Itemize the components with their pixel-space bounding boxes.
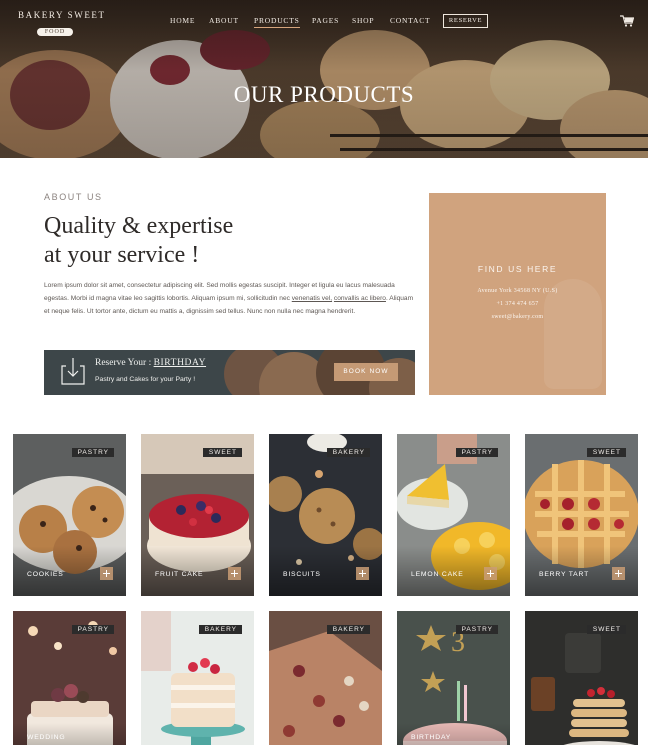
banner-subtitle: Pastry and Cakes for your Party ! xyxy=(95,376,196,383)
product-tag: PASTRY xyxy=(455,625,498,634)
product-name: LEMON CAKE xyxy=(411,571,464,578)
logo-subtitle: FOOD xyxy=(36,28,74,36)
product-tag: PASTRY xyxy=(71,448,114,457)
about-link-1[interactable]: venenatis vel, xyxy=(292,295,332,302)
about-link-2[interactable]: convallis ac libero xyxy=(334,295,386,302)
logo[interactable]: BAKERY SWEET FOOD xyxy=(18,10,106,38)
reserve-button[interactable]: RESERVE xyxy=(443,14,488,28)
nav-products[interactable]: PRODUCTS xyxy=(254,16,300,28)
product-tag: BAKERY xyxy=(326,448,370,457)
nav-about[interactable]: ABOUT xyxy=(209,16,239,25)
about-heading: Quality & expertise at your service ! xyxy=(44,212,304,270)
product-tag: BAKERY xyxy=(326,625,370,634)
product-card[interactable]: SWEET xyxy=(525,611,638,745)
about-heading-line1: Quality & expertise xyxy=(44,213,234,239)
product-tag: SWEET xyxy=(586,625,626,634)
product-name: FRUIT CAKE xyxy=(155,571,204,578)
product-name: BIRTHDAY xyxy=(411,734,452,741)
reserve-banner: Reserve Your : BIRTHDAY Pastry and Cakes… xyxy=(44,350,415,395)
product-card[interactable]: SWEET BERRY TART xyxy=(525,434,638,596)
about-kicker: ABOUT US xyxy=(44,192,103,202)
find-us-box: FIND US HERE Avenue York 34568 NY (U.S) … xyxy=(429,193,606,395)
product-card[interactable]: SWEET FRUIT CAKE xyxy=(141,434,254,596)
product-card[interactable]: BAKERY xyxy=(141,611,254,745)
nav-contact[interactable]: CONTACT xyxy=(390,16,430,25)
hero-banner: BAKERY SWEET FOOD HOME ABOUT PRODUCTS PA… xyxy=(0,0,648,158)
page-title: OUR PRODUCTS xyxy=(233,82,415,107)
find-us-address: Avenue York 34568 NY (U.S) xyxy=(477,288,558,294)
product-tag: BAKERY xyxy=(198,625,242,634)
about-heading-line2: at your service ! xyxy=(44,242,200,268)
product-card[interactable]: PASTRY WEDDING xyxy=(13,611,126,745)
product-tag: PASTRY xyxy=(455,448,498,457)
product-card[interactable]: BAKERY BISCUITS xyxy=(269,434,382,596)
product-tag: SWEET xyxy=(202,448,242,457)
product-card[interactable]: BAKERY xyxy=(269,611,382,745)
product-card[interactable]: 3 PASTRY BIRTHDAY xyxy=(397,611,510,745)
add-icon[interactable] xyxy=(228,567,241,580)
banner-title: Reserve Your : BIRTHDAY xyxy=(95,358,206,368)
product-name: BERRY TART xyxy=(539,571,590,578)
find-us-phone: +1 374 474 657 xyxy=(496,301,539,307)
product-name: WEDDING xyxy=(27,734,66,741)
find-us-email[interactable]: sweet@bakery.com xyxy=(429,314,606,320)
product-card[interactable]: PASTRY LEMON CAKE xyxy=(397,434,510,596)
map-pin-icon xyxy=(544,279,602,389)
find-us-title: FIND US HERE xyxy=(477,264,558,274)
about-paragraph: Lorem ipsum dolor sit amet, consectetur … xyxy=(44,280,416,318)
product-tag: SWEET xyxy=(586,448,626,457)
download-box-icon xyxy=(61,358,85,385)
product-card[interactable]: PASTRY COOKIES xyxy=(13,434,126,596)
product-tag: PASTRY xyxy=(71,625,114,634)
add-icon[interactable] xyxy=(484,567,497,580)
add-icon[interactable] xyxy=(612,567,625,580)
add-icon[interactable] xyxy=(100,567,113,580)
nav-shop[interactable]: SHOP xyxy=(352,16,374,25)
banner-title-prefix: Reserve Your : xyxy=(95,358,154,368)
nav-home[interactable]: HOME xyxy=(170,16,195,25)
nav-pages[interactable]: PAGES xyxy=(312,16,339,25)
product-name: COOKIES xyxy=(27,571,64,578)
shopping-cart-icon[interactable] xyxy=(620,15,634,27)
product-name: BISCUITS xyxy=(283,571,321,578)
add-icon[interactable] xyxy=(356,567,369,580)
book-now-button[interactable]: BOOK NOW xyxy=(334,363,398,381)
banner-highlight: BIRTHDAY xyxy=(153,358,207,368)
logo-title: BAKERY SWEET xyxy=(18,10,106,20)
